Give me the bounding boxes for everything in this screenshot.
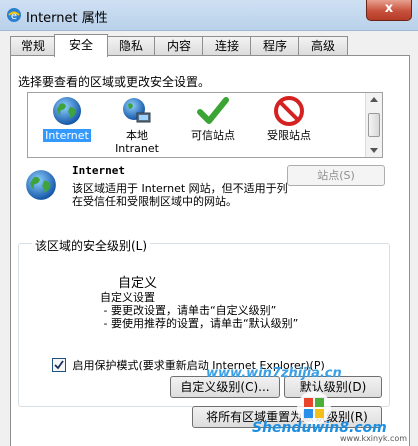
watermark-brand-url: www.kxinyk.com xyxy=(340,434,408,443)
zone-list: Internet 本地 Intranet 可信站点 受限站点 xyxy=(27,92,383,158)
selected-zone-name: Internet xyxy=(72,164,125,177)
window-title: Internet 属性 xyxy=(26,11,108,26)
zone-label-restricted: 受限站点 xyxy=(267,129,311,142)
globe-icon xyxy=(53,97,81,125)
scroll-thumb[interactable] xyxy=(368,113,380,137)
zone-restricted-sites[interactable]: 受限站点 xyxy=(254,95,324,155)
checkmark-icon xyxy=(54,360,64,370)
zone-internet[interactable]: Internet xyxy=(32,95,102,155)
tab-security[interactable]: 安全 xyxy=(54,34,108,57)
zone-label-trusted: 可信站点 xyxy=(191,129,235,142)
security-level-description: 自定义设置 - 要更改设置，请单击“自定义级别” - 要使用推荐的设置，请单击“… xyxy=(100,291,299,330)
scroll-up-icon[interactable] xyxy=(370,97,378,102)
zone-list-scrollbar[interactable] xyxy=(365,93,382,157)
zone-label-intranet: 本地 Intranet xyxy=(115,129,159,155)
title-bar: e Internet 属性 x xyxy=(0,0,418,31)
zone-trusted-sites[interactable]: 可信站点 xyxy=(178,95,248,155)
security-level-title: 自定义 xyxy=(118,276,158,291)
scroll-down-icon[interactable] xyxy=(370,148,378,153)
protected-mode-checkbox[interactable] xyxy=(52,358,66,372)
security-level-group-title: 该区域的安全级别(L) xyxy=(32,237,151,254)
tab-content[interactable]: 内容 xyxy=(154,36,204,55)
globe-icon xyxy=(26,170,56,200)
close-button[interactable]: x xyxy=(366,0,412,21)
tab-connections[interactable]: 连接 xyxy=(202,36,252,55)
zone-local-intranet[interactable]: 本地 Intranet xyxy=(102,95,172,155)
sites-button[interactable]: 站点(S) xyxy=(287,165,385,186)
watermark-site-text: www.win7zhijia.cn xyxy=(206,366,342,381)
restricted-icon xyxy=(274,96,304,126)
checkmark-icon xyxy=(197,97,229,124)
zone-label-internet: Internet xyxy=(43,129,91,142)
tab-general[interactable]: 常规 xyxy=(10,36,56,55)
svg-text:e: e xyxy=(11,11,17,22)
ie-icon: e xyxy=(7,8,21,22)
zone-prompt: 选择要查看的区域或更改安全设置。 xyxy=(18,75,211,89)
tab-programs[interactable]: 程序 xyxy=(250,36,300,55)
tab-privacy[interactable]: 隐私 xyxy=(106,36,156,55)
tab-advanced[interactable]: 高级 xyxy=(298,36,348,55)
selected-zone-description: 该区域适用于 Internet 网站，但不适用于列在受信任和受限制区域中的网站。 xyxy=(72,182,288,208)
intranet-icon xyxy=(123,98,151,123)
